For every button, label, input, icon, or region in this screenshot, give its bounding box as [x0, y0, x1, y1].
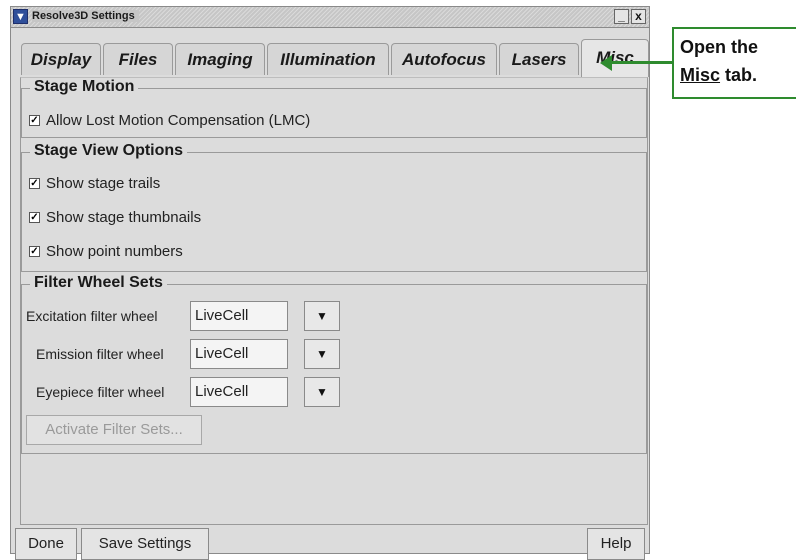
stage-view-group: Stage View Options ✓ Show stage trails ✓… [21, 142, 647, 272]
emission-filter-field[interactable]: LiveCell [190, 339, 288, 369]
tab-misc[interactable]: Misc [581, 39, 649, 77]
tab-bar: Display Files Imaging Illumination Autof… [21, 39, 649, 77]
minimize-button[interactable]: _ [614, 9, 629, 24]
stage-trails-checkbox[interactable]: ✓ [29, 177, 40, 189]
tab-content-misc: Stage Motion ✓ Allow Lost Motion Compens… [20, 77, 648, 525]
help-button[interactable]: Help [587, 528, 645, 560]
done-button[interactable]: Done [15, 528, 77, 560]
stage-trails-checkbox-row[interactable]: ✓ Show stage trails [29, 173, 160, 193]
callout-text-line1: Open the [680, 37, 759, 57]
settings-window: ▼ Resolve3D Settings _ x Display Files I… [10, 6, 650, 560]
chevron-down-icon: ▼ [316, 385, 328, 399]
filter-wheel-group: Filter Wheel Sets Excitation filter whee… [21, 274, 647, 454]
title-bar[interactable]: ▼ Resolve3D Settings _ x [11, 7, 649, 28]
eyepiece-dropdown-button[interactable]: ▼ [304, 377, 340, 407]
point-numbers-checkbox[interactable]: ✓ [29, 245, 40, 257]
group-title-filter-wheel: Filter Wheel Sets [30, 274, 167, 292]
activate-filter-sets-button[interactable]: Activate Filter Sets... [26, 415, 202, 445]
lmc-checkbox-row[interactable]: ✓ Allow Lost Motion Compensation (LMC) [29, 110, 310, 130]
tab-imaging[interactable]: Imaging [175, 43, 265, 75]
chevron-down-icon: ▼ [316, 309, 328, 323]
callout-tab-word: tab. [720, 65, 758, 85]
eyepiece-filter-field[interactable]: LiveCell [190, 377, 288, 407]
group-title-stage-motion: Stage Motion [30, 78, 139, 96]
close-button[interactable]: x [631, 9, 646, 24]
lmc-label: Allow Lost Motion Compensation (LMC) [46, 111, 311, 129]
stage-motion-group: Stage Motion ✓ Allow Lost Motion Compens… [21, 78, 647, 138]
emission-dropdown-button[interactable]: ▼ [304, 339, 340, 369]
stage-thumbnails-checkbox[interactable]: ✓ [29, 211, 40, 223]
stage-thumbnails-checkbox-row[interactable]: ✓ Show stage thumbnails [29, 207, 201, 227]
window-title: Resolve3D Settings [32, 10, 139, 22]
instruction-callout: Open the Misc tab. [672, 27, 796, 99]
stage-thumbnails-label: Show stage thumbnails [46, 208, 202, 226]
emission-filter-label: Emission filter wheel [36, 346, 164, 362]
tab-autofocus[interactable]: Autofocus [391, 43, 497, 75]
lmc-checkbox[interactable]: ✓ [29, 114, 40, 126]
callout-misc-word: Misc [680, 65, 721, 85]
excitation-filter-label: Excitation filter wheel [26, 308, 158, 324]
point-numbers-checkbox-row[interactable]: ✓ Show point numbers [29, 241, 183, 261]
tab-display[interactable]: Display [21, 43, 101, 75]
point-numbers-label: Show point numbers [46, 242, 183, 260]
eyepiece-filter-label: Eyepiece filter wheel [36, 384, 165, 400]
arrow-left-icon [600, 55, 612, 71]
group-title-stage-view: Stage View Options [30, 142, 188, 160]
callout-text-line2: Misc tab. [680, 65, 757, 86]
chevron-down-icon[interactable]: ▼ [13, 9, 28, 24]
excitation-filter-field[interactable]: LiveCell [190, 301, 288, 331]
callout-arrow-line [608, 61, 672, 64]
tab-illumination[interactable]: Illumination [267, 43, 389, 75]
excitation-dropdown-button[interactable]: ▼ [304, 301, 340, 331]
chevron-down-icon: ▼ [316, 347, 328, 361]
tab-files[interactable]: Files [103, 43, 173, 75]
stage-trails-label: Show stage trails [46, 174, 161, 192]
save-settings-button[interactable]: Save Settings [81, 528, 209, 560]
tab-lasers[interactable]: Lasers [499, 43, 579, 75]
